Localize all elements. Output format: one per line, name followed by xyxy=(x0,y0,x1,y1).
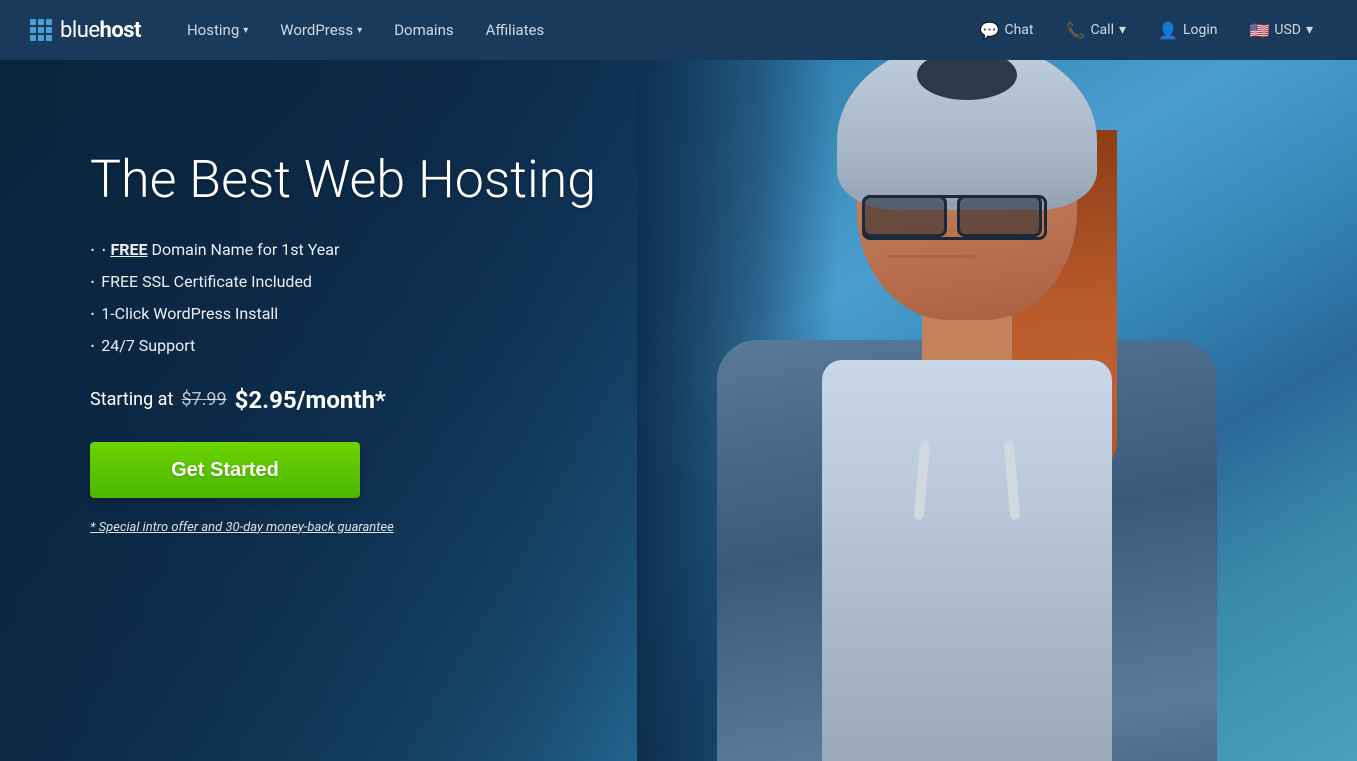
nav-chat-button[interactable]: 💬 Chat xyxy=(966,0,1048,60)
nav-item-domains[interactable]: Domains xyxy=(378,0,469,60)
disclaimer-link[interactable]: * Special intro offer and 30-day money-b… xyxy=(90,520,394,535)
nav-currency-button[interactable]: 🇺🇸 USD ▾ xyxy=(1235,0,1327,60)
person-glasses-left xyxy=(862,195,947,237)
nav-login-button[interactable]: 👤 Login xyxy=(1144,0,1231,60)
hero-content: The Best Web Hosting · FREE Domain Name … xyxy=(90,150,596,535)
flag-icon: 🇺🇸 xyxy=(1249,21,1269,40)
feature-ssl: FREE SSL Certificate Included xyxy=(90,270,596,294)
hero-title: The Best Web Hosting xyxy=(90,150,596,210)
nav-item-hosting[interactable]: Hosting ▾ xyxy=(171,0,264,60)
pricing-prefix: Starting at xyxy=(90,389,173,410)
logo-grid-icon xyxy=(30,19,52,41)
hosting-chevron-icon: ▾ xyxy=(243,25,248,36)
phone-icon: 📞 xyxy=(1066,21,1086,40)
nav-item-affiliates[interactable]: Affiliates xyxy=(470,0,561,60)
person-smile xyxy=(887,255,977,258)
wordpress-chevron-icon: ▾ xyxy=(357,25,362,36)
user-icon: 👤 xyxy=(1158,21,1178,40)
feature-ssl-text: FREE SSL Certificate Included xyxy=(101,272,312,291)
logo-text: bluehost xyxy=(60,18,141,43)
nav-call-button[interactable]: 📞 Call ▾ xyxy=(1052,0,1141,60)
feature-support: 24/7 Support xyxy=(90,334,596,358)
feature-wordpress: 1-Click WordPress Install xyxy=(90,302,596,326)
navbar: bluehost Hosting ▾ WordPress ▾ Domains A… xyxy=(0,0,1357,60)
person-glasses-right xyxy=(957,195,1042,237)
currency-chevron-icon: ▾ xyxy=(1306,22,1313,38)
feature-domain-text: Domain Name for 1st Year xyxy=(152,240,340,259)
nav-links: Hosting ▾ WordPress ▾ Domains Affiliates xyxy=(171,0,966,60)
feature-domain: · FREE Domain Name for 1st Year xyxy=(90,238,596,262)
chat-icon: 💬 xyxy=(980,21,1000,40)
hero-section: bluehost Hosting ▾ WordPress ▾ Domains A… xyxy=(0,0,1357,761)
hero-features-list: · FREE Domain Name for 1st Year FREE SSL… xyxy=(90,238,596,358)
get-started-button[interactable]: Get Started xyxy=(90,442,360,498)
feature-support-text: 24/7 Support xyxy=(101,336,195,355)
price-original: $7.99 xyxy=(181,389,226,410)
nav-right: 💬 Chat 📞 Call ▾ 👤 Login 🇺🇸 USD ▾ xyxy=(966,0,1327,60)
free-domain-label: FREE xyxy=(110,240,147,259)
logo[interactable]: bluehost xyxy=(30,18,141,43)
call-chevron-icon: ▾ xyxy=(1119,22,1126,38)
nav-item-wordpress[interactable]: WordPress ▾ xyxy=(264,0,378,60)
feature-wp-text: 1-Click WordPress Install xyxy=(101,304,278,323)
person-hoodie xyxy=(822,360,1112,761)
pricing-line: Starting at $7.99 $2.95/month* xyxy=(90,386,596,414)
bullet-1: · xyxy=(101,238,106,262)
price-new: $2.95/month* xyxy=(235,386,386,414)
